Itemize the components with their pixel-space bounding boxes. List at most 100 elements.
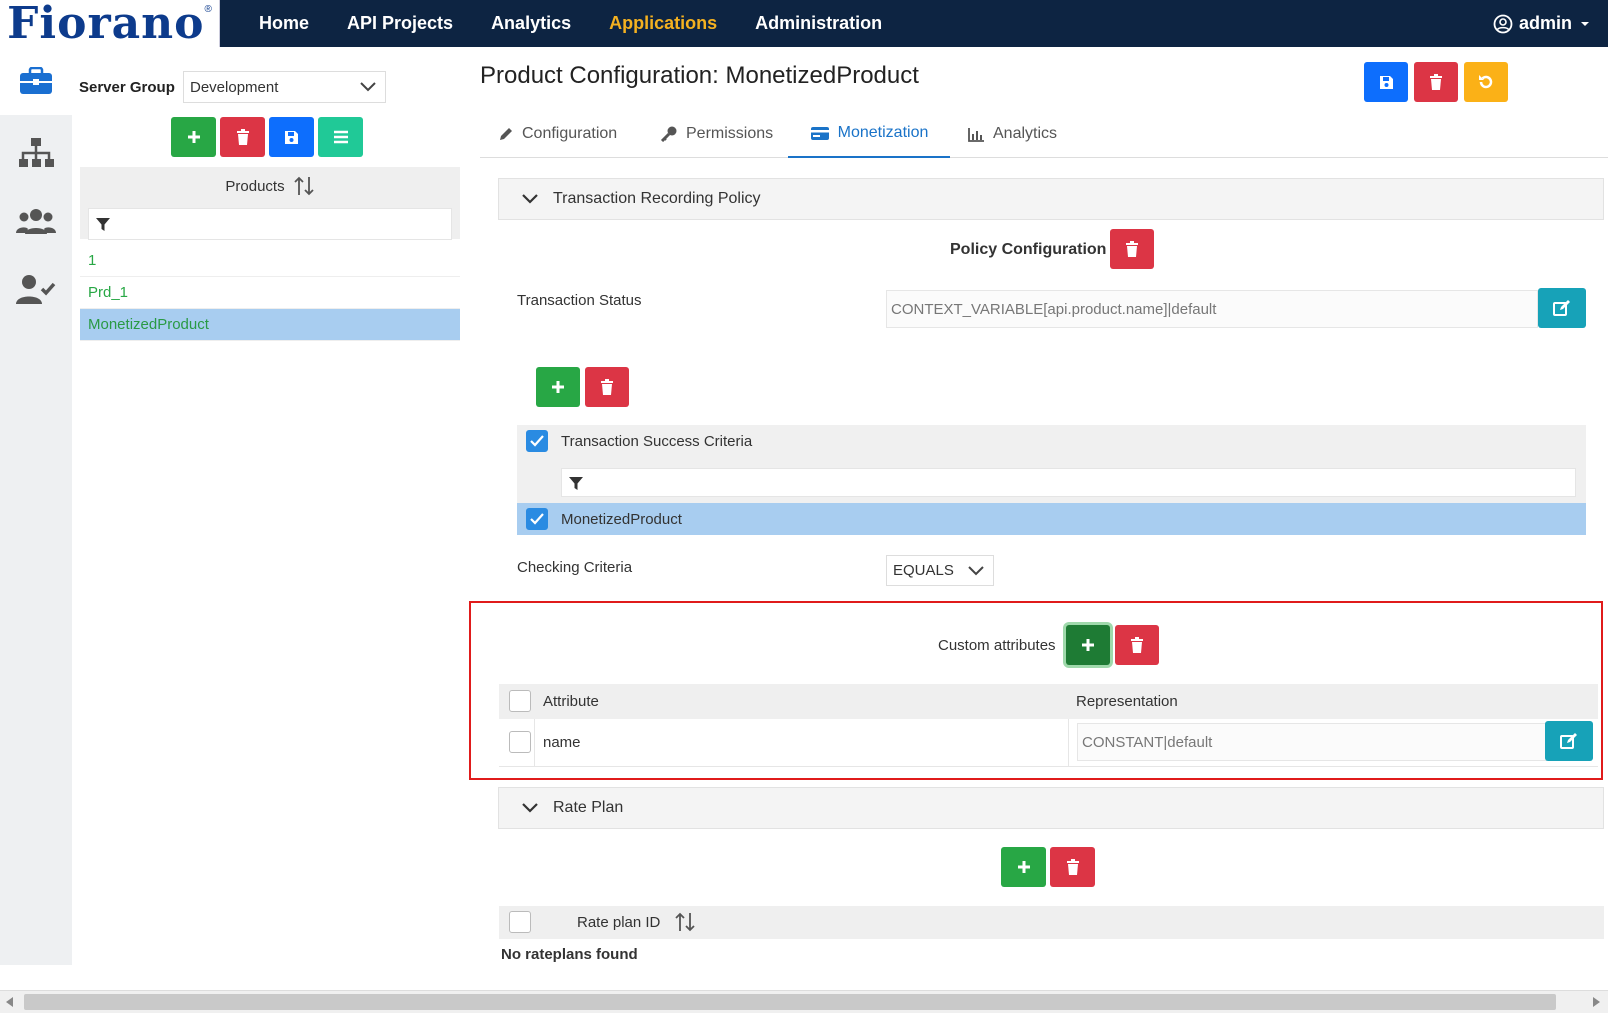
transaction-policy-section-header[interactable]: Transaction Recording Policy [498, 178, 1604, 220]
trash-icon [1126, 241, 1138, 257]
sort-icon[interactable] [293, 175, 315, 197]
policy-configuration-label: Policy Configuration [950, 241, 1107, 258]
products-column-header[interactable]: Products [225, 178, 284, 195]
key-icon [660, 126, 677, 142]
products-list: 1 Prd_1 MonetizedProduct [80, 245, 460, 341]
rate-plan-section-header[interactable]: Rate Plan [498, 787, 1604, 829]
criteria-row[interactable]: MonetizedProduct [517, 503, 1586, 535]
plus-icon [552, 381, 564, 393]
trash-icon [1430, 74, 1442, 90]
product-item-prd-1[interactable]: Prd_1 [80, 277, 460, 309]
save-product-button[interactable] [269, 117, 314, 157]
user-name: admin [1518, 13, 1572, 33]
scrollbar-thumb[interactable] [24, 994, 1556, 1010]
attribute-row-checkbox[interactable] [509, 731, 531, 753]
check-icon [530, 435, 544, 447]
custom-attributes-label: Custom attributes [938, 637, 1056, 654]
users-icon [16, 209, 56, 234]
save-icon [1379, 75, 1393, 89]
rail-user-check[interactable] [0, 255, 72, 323]
checking-criteria-label: Checking Criteria [517, 559, 633, 576]
rate-plan-select-all-checkbox[interactable] [509, 911, 531, 933]
revert-config-button[interactable] [1464, 62, 1508, 102]
add-attribute-button[interactable] [1066, 625, 1110, 665]
nav-applications[interactable]: Applications [609, 13, 717, 34]
attribute-representation-input[interactable]: CONSTANT|default [1077, 723, 1547, 761]
server-group-label: Server Group [79, 79, 175, 96]
user-menu[interactable]: admin [1493, 0, 1592, 47]
nav-administration[interactable]: Administration [755, 13, 882, 34]
criteria-row-checkbox[interactable] [526, 508, 548, 530]
trash-icon [1131, 637, 1143, 653]
briefcase-icon [20, 67, 52, 94]
bar-chart-icon [968, 127, 984, 142]
delete-rate-plan-button[interactable] [1050, 847, 1095, 887]
no-rateplans-message: No rateplans found [501, 946, 638, 963]
fiorano-logo[interactable]: Fiorano ® [0, 0, 220, 47]
add-rate-plan-button[interactable] [1001, 847, 1046, 887]
attributes-table-header: Attribute Representation [499, 684, 1598, 719]
attribute-row: name CONSTANT|default [499, 719, 1598, 767]
attribute-name-cell: name [543, 734, 581, 751]
add-product-button[interactable] [171, 117, 216, 157]
horizontal-scrollbar[interactable] [0, 990, 1608, 1013]
rail-hierarchy[interactable] [0, 119, 72, 187]
nav-api-projects[interactable]: API Projects [347, 13, 453, 34]
criteria-filter[interactable] [561, 468, 1576, 497]
edit-icon [1553, 300, 1570, 316]
tab-analytics[interactable]: Analytics [968, 110, 1057, 158]
chevron-down-icon [360, 82, 376, 92]
top-navbar: Fiorano ® Home API Projects Analytics App… [0, 0, 1608, 47]
trash-icon [236, 129, 249, 145]
trash-icon [1066, 859, 1079, 875]
rail-users[interactable] [0, 187, 72, 255]
rail-applications[interactable] [0, 47, 72, 115]
caret-down-icon [1581, 21, 1589, 26]
product-item-1[interactable]: 1 [80, 245, 460, 277]
criteria-select-all-checkbox[interactable] [526, 430, 548, 452]
transaction-status-input[interactable]: CONTEXT_VARIABLE[api.product.name]|defau… [886, 290, 1538, 328]
products-filter[interactable] [88, 208, 452, 240]
delete-criteria-button[interactable] [585, 367, 629, 407]
nav-analytics[interactable]: Analytics [491, 13, 571, 34]
attribute-column-header: Attribute [543, 693, 599, 710]
attributes-select-all-checkbox[interactable] [509, 690, 531, 712]
criteria-row-label: MonetizedProduct [561, 511, 682, 528]
delete-product-button[interactable] [220, 117, 265, 157]
criteria-column-header: Transaction Success Criteria [561, 433, 753, 450]
add-criteria-button[interactable] [536, 367, 580, 407]
sitemap-icon [19, 138, 54, 167]
user-circle-icon [1493, 14, 1513, 33]
scroll-left-icon[interactable] [6, 997, 14, 1007]
sort-icon[interactable] [674, 911, 696, 933]
list-view-button[interactable] [318, 117, 363, 157]
product-item-monetizedproduct[interactable]: MonetizedProduct [80, 309, 460, 341]
check-icon [530, 513, 544, 525]
tab-configuration[interactable]: Configuration [498, 110, 617, 158]
edit-transaction-status-button[interactable] [1538, 288, 1586, 328]
filter-icon [569, 476, 583, 490]
representation-column-header: Representation [1076, 693, 1178, 710]
delete-config-button[interactable] [1414, 62, 1458, 102]
config-tabs: Configuration Permissions Monetization A… [480, 110, 1608, 158]
rate-plan-id-column-header[interactable]: Rate plan ID [577, 914, 660, 931]
scroll-right-icon[interactable] [1592, 997, 1600, 1007]
credit-card-icon [810, 126, 829, 140]
save-config-button[interactable] [1364, 62, 1408, 102]
delete-policy-button[interactable] [1110, 229, 1154, 269]
delete-attribute-button[interactable] [1115, 625, 1159, 665]
chevron-down-icon [522, 803, 538, 813]
edit-representation-button[interactable] [1545, 721, 1593, 761]
server-group-select[interactable]: Development [183, 71, 386, 103]
tab-monetization[interactable]: Monetization [788, 110, 950, 158]
plus-icon [1082, 639, 1094, 651]
checking-criteria-select[interactable]: EQUALS [886, 555, 994, 586]
tab-permissions[interactable]: Permissions [660, 110, 773, 158]
trash-icon [601, 379, 613, 395]
page-title: Product Configuration: MonetizedProduct [480, 62, 919, 89]
pencil-icon [500, 128, 512, 140]
chevron-down-icon [522, 194, 538, 204]
nav-home[interactable]: Home [259, 13, 309, 34]
list-icon [333, 130, 348, 144]
edit-icon [1560, 733, 1577, 749]
